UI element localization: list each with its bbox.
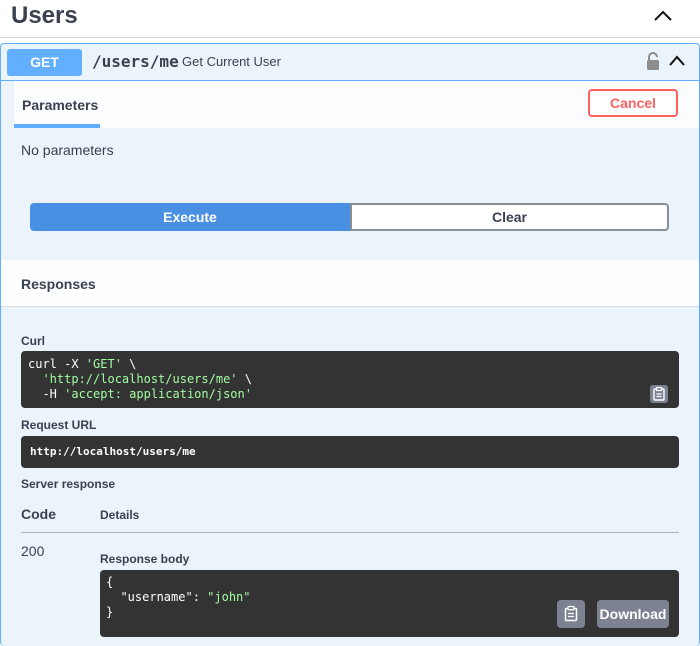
json-key: "username"	[120, 590, 193, 604]
copy-to-clipboard-icon[interactable]	[650, 385, 668, 403]
copy-to-clipboard-icon[interactable]	[557, 600, 585, 628]
tag-header[interactable]: Users	[0, 0, 700, 38]
request-url[interactable]: http://localhost/users/me	[21, 436, 679, 468]
response-body-label: Response body	[100, 552, 190, 566]
operation-summary[interactable]: GET /users/me Get Current User	[1, 44, 699, 81]
tab-parameters-label: Parameters	[22, 97, 99, 113]
responses-title: Responses	[21, 276, 96, 292]
curl-header: 'accept: application/json'	[64, 387, 252, 401]
curl-method: 'GET'	[85, 357, 122, 371]
code-column-header: Code	[21, 506, 56, 522]
operation-block: GET /users/me Get Current User Parameter…	[0, 43, 700, 646]
download-button[interactable]: Download	[597, 600, 669, 628]
json-brace: }	[106, 605, 114, 619]
json-separator: :	[192, 590, 208, 604]
clear-button[interactable]: Clear	[350, 203, 669, 231]
parameters-header: Parameters Cancel	[14, 81, 699, 128]
status-code: 200	[21, 543, 45, 559]
chevron-up-icon[interactable]	[667, 52, 687, 70]
server-response-label: Server response	[21, 477, 116, 491]
operation-path: /users/me	[92, 52, 179, 71]
curl-text: \	[237, 372, 252, 386]
operation-description: Get Current User	[182, 54, 281, 69]
curl-text: \	[121, 357, 137, 371]
no-parameters-text: No parameters	[21, 142, 114, 158]
json-value: "john"	[207, 590, 251, 604]
curl-label: Curl	[21, 334, 45, 348]
curl-text: curl -X	[28, 357, 86, 371]
details-column-header: Details	[100, 508, 140, 522]
tab-parameters[interactable]: Parameters	[14, 81, 100, 128]
curl-flag: -H	[42, 387, 65, 401]
curl-url: 'http://localhost/users/me'	[42, 372, 238, 386]
chevron-up-icon[interactable]	[650, 6, 676, 26]
unlock-icon[interactable]	[645, 51, 661, 71]
request-url-label: Request URL	[21, 418, 97, 432]
method-badge: GET	[7, 49, 82, 76]
tag-title: Users	[11, 2, 78, 29]
execute-button-group: Execute Clear	[30, 203, 669, 231]
table-divider	[21, 532, 679, 533]
responses-header: Responses	[1, 260, 699, 307]
cancel-button[interactable]: Cancel	[588, 89, 678, 117]
execute-button[interactable]: Execute	[30, 203, 350, 231]
json-brace: {	[106, 575, 114, 589]
response-body[interactable]: { "username": "john" }	[100, 570, 679, 637]
curl-code-block[interactable]: curl -X 'GET' \ 'http://localhost/users/…	[21, 351, 679, 408]
